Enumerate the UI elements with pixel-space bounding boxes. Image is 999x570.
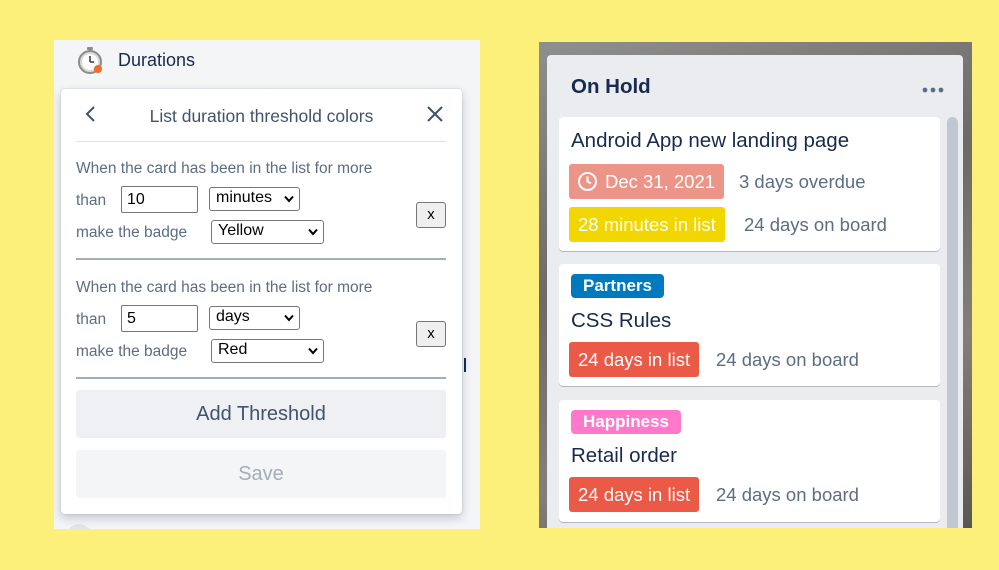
card-title: CSS Rules	[571, 309, 672, 332]
scrollbar[interactable]	[947, 117, 958, 528]
than-label: than	[76, 192, 107, 209]
threshold-popup: List duration threshold colors When the …	[61, 89, 462, 514]
board-view: On Hold Android App new landing page Dec…	[539, 42, 972, 528]
remove-threshold-button[interactable]: x	[416, 321, 446, 347]
time-on-board: 24 days on board	[744, 214, 887, 235]
label-partners: Partners	[571, 274, 664, 298]
duration-unit-select[interactable]: minutes	[209, 187, 300, 211]
popup-header: List duration threshold colors	[61, 89, 462, 141]
chevron-down-icon	[308, 228, 318, 236]
time-in-list-badge: 24 days in list	[569, 342, 700, 377]
time-in-list-badge: 28 minutes in list	[569, 207, 725, 242]
badge-color-value: Red	[218, 341, 248, 358]
durations-header: Durations	[76, 46, 195, 74]
chevron-down-icon	[284, 195, 294, 203]
badge-color-select[interactable]: Red	[211, 339, 324, 363]
add-threshold-button[interactable]: Add Threshold	[76, 390, 446, 438]
card-title: Retail order	[571, 444, 677, 467]
label-happiness: Happiness	[571, 410, 681, 434]
card-retail-order[interactable]: Happiness Retail order 24 days in list 2…	[559, 400, 940, 522]
badge-color-select[interactable]: Yellow	[211, 220, 324, 244]
divider	[76, 141, 446, 142]
save-button[interactable]: Save	[76, 450, 446, 498]
stopwatch-icon	[76, 46, 104, 74]
time-on-board: 24 days on board	[716, 349, 859, 370]
close-icon[interactable]	[425, 104, 445, 124]
due-date-text: Dec 31, 2021	[605, 171, 716, 192]
due-date-badge[interactable]: Dec 31, 2021	[569, 164, 725, 199]
duration-unit-value: minutes	[216, 189, 273, 206]
time-in-list-badge: 24 days in list	[569, 477, 700, 512]
time-on-board: 24 days on board	[716, 484, 859, 505]
chevron-down-icon	[284, 314, 294, 322]
than-label: than	[76, 311, 107, 328]
duration-amount-input[interactable]	[121, 186, 198, 213]
avatar	[66, 524, 92, 529]
popup-title: List duration threshold colors	[149, 106, 374, 126]
clock-icon	[578, 172, 597, 191]
divider	[76, 377, 446, 379]
threshold-rule: When the card has been in the list for m…	[76, 279, 446, 379]
list-on-hold: On Hold Android App new landing page Dec…	[547, 55, 963, 528]
more-icon[interactable]	[921, 81, 945, 93]
card-title: Android App new landing page	[571, 129, 850, 152]
chevron-down-icon	[308, 347, 318, 355]
make-badge-label: make the badge	[76, 224, 188, 241]
card-android-app[interactable]: Android App new landing page Dec 31, 202…	[559, 117, 940, 251]
remove-threshold-button[interactable]: x	[416, 202, 446, 228]
duration-amount-input[interactable]	[121, 305, 198, 332]
duration-unit-select[interactable]: days	[209, 306, 300, 330]
threshold-rule: When the card has been in the list for m…	[76, 160, 446, 260]
make-badge-label: make the badge	[76, 343, 188, 360]
list-title[interactable]: On Hold	[571, 75, 651, 99]
durations-title: Durations	[118, 49, 196, 70]
badge-color-value: Yellow	[218, 222, 264, 239]
background-fragment	[464, 358, 466, 372]
duration-unit-value: days	[216, 308, 250, 325]
rule-description: When the card has been in the list for m…	[76, 160, 373, 177]
durations-panel: Durations List duration threshold colors…	[54, 40, 480, 529]
due-status: 3 days overdue	[739, 171, 866, 192]
card-css-rules[interactable]: Partners CSS Rules 24 days in list 24 da…	[559, 264, 940, 386]
rule-description: When the card has been in the list for m…	[76, 279, 373, 296]
divider	[76, 258, 446, 260]
